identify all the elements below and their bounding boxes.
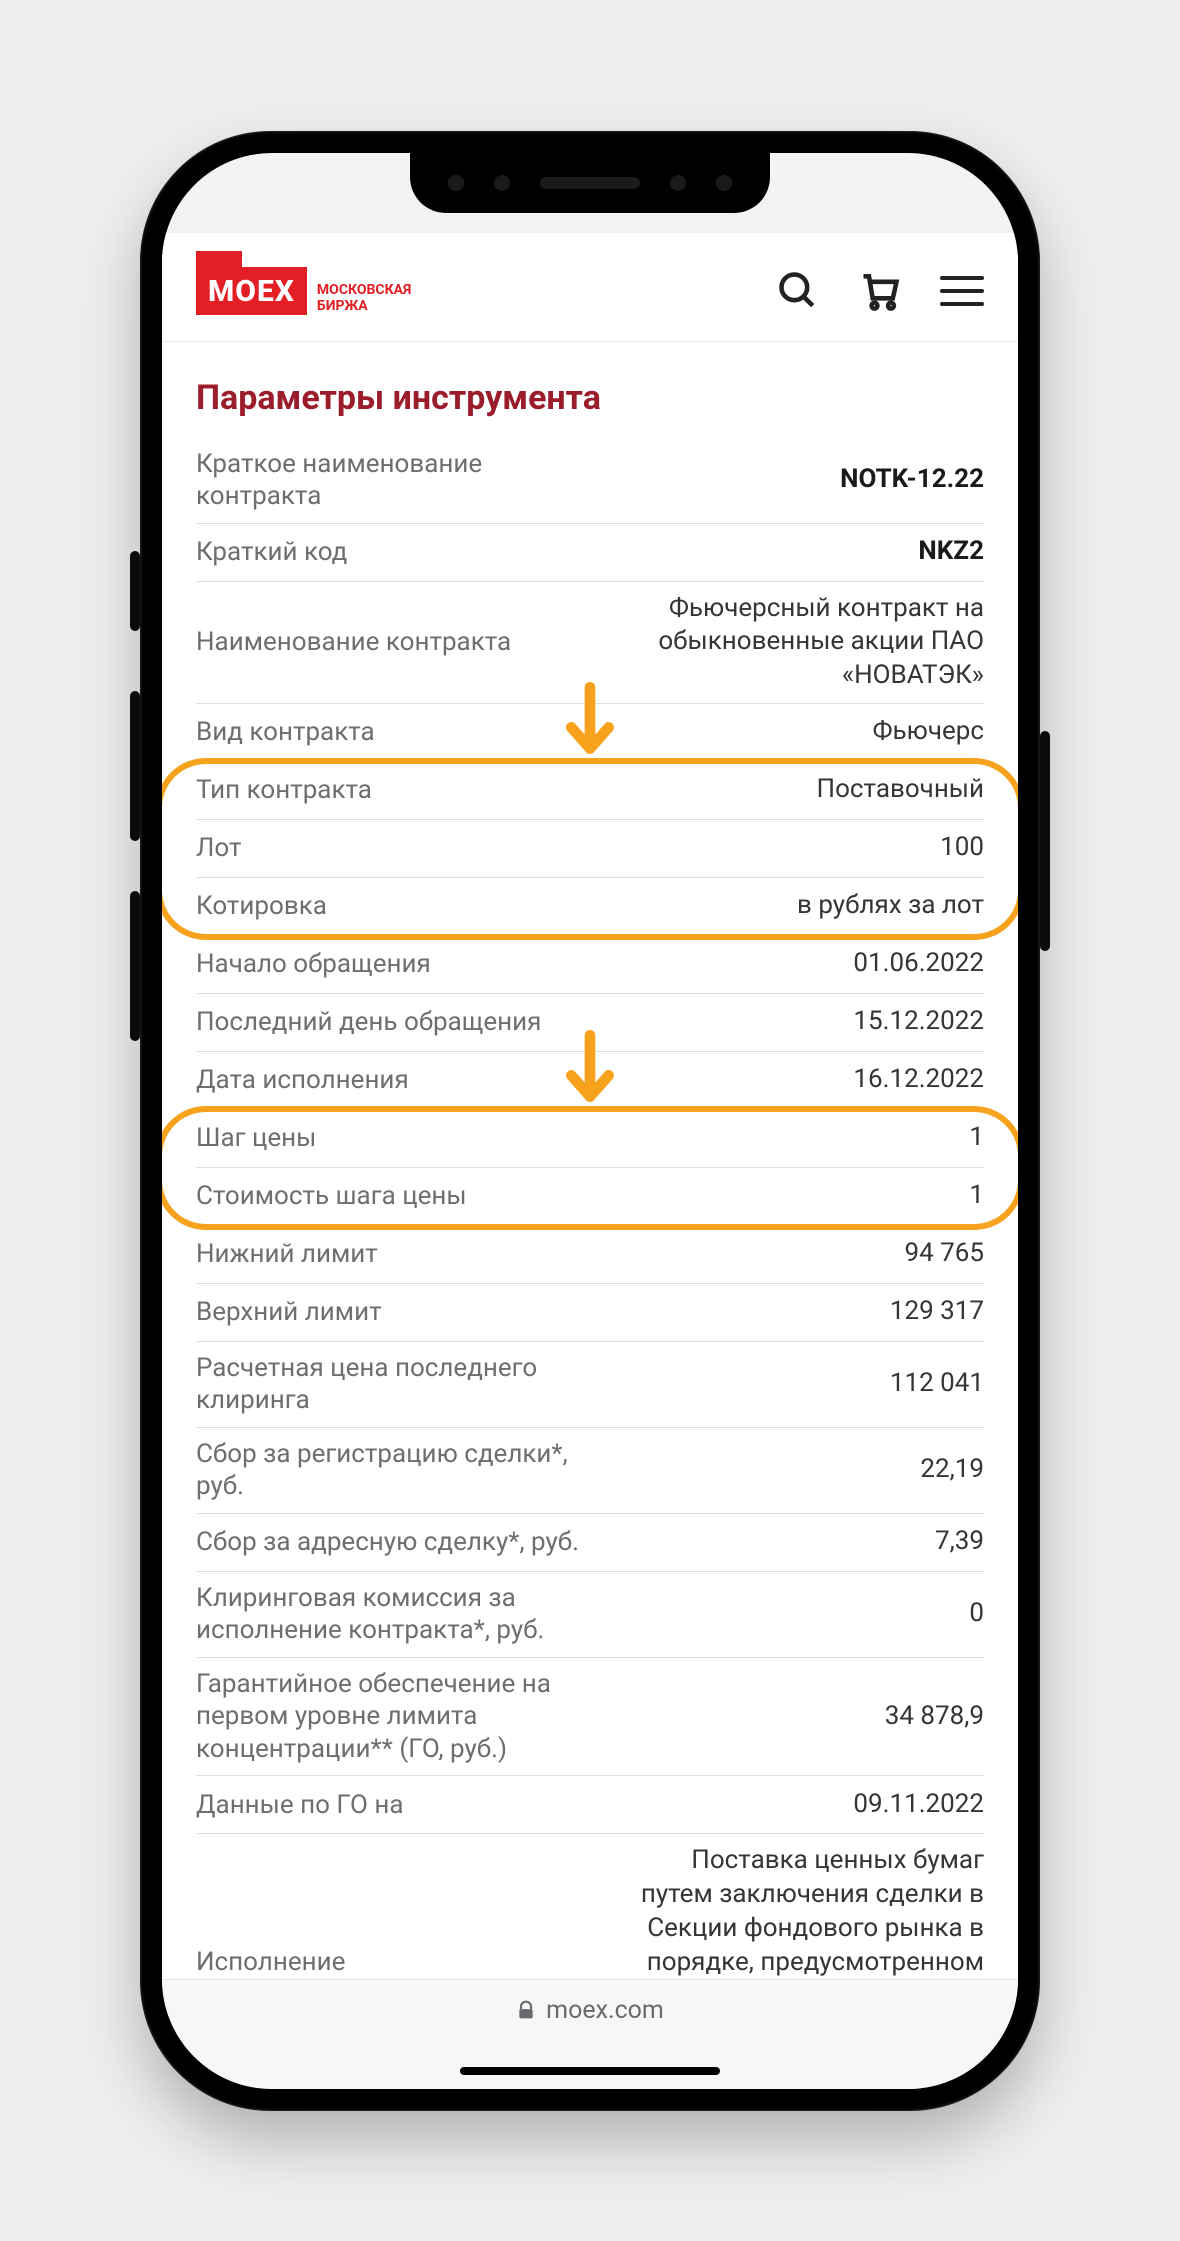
phone-notch xyxy=(410,153,770,213)
param-row: Клиринговая комиссия за исполнение контр… xyxy=(196,1572,984,1658)
param-value: 94 765 xyxy=(631,1237,984,1271)
url-host: moex.com xyxy=(546,1996,664,2025)
param-row: Начало обращения 01.06.2022 xyxy=(196,936,984,994)
param-value: 16.12.2022 xyxy=(631,1063,984,1097)
phone-screen: MOEX МОСКОВСКАЯБИРЖА xyxy=(162,153,1018,2089)
phone-frame: MOEX МОСКОВСКАЯБИРЖА xyxy=(140,131,1040,2111)
param-label: Сбор за регистрацию сделки*, руб. xyxy=(196,1438,601,1503)
param-label: Тип контракта xyxy=(196,774,601,807)
param-value: в рублях за лот xyxy=(631,889,984,923)
param-value: 1 xyxy=(631,1179,984,1213)
param-label: Котировка xyxy=(196,890,601,923)
logo-mark: MOEX xyxy=(196,267,307,315)
param-row: Сбор за адресную сделку*, руб. 7,39 xyxy=(196,1514,984,1572)
param-label: Стоимость шага цены xyxy=(196,1180,601,1213)
header-actions xyxy=(776,269,984,313)
browser-address-bar[interactable]: moex.com xyxy=(162,1979,1018,2089)
moex-logo[interactable]: MOEX МОСКОВСКАЯБИРЖА xyxy=(196,267,411,315)
param-row: Расчетная цена последнего клиринга 112 04… xyxy=(196,1342,984,1428)
param-row: Тип контракта Поставочный xyxy=(196,762,984,820)
param-label: Расчетная цена последнего клиринга xyxy=(196,1352,601,1417)
menu-icon[interactable] xyxy=(940,276,984,306)
url-display[interactable]: moex.com xyxy=(516,1996,664,2025)
param-row: Лот 100 xyxy=(196,820,984,878)
param-row: Нижний лимит 94 765 xyxy=(196,1226,984,1284)
param-row: Гарантийное обеспечение на первом уровне… xyxy=(196,1658,984,1777)
param-value: NKZ2 xyxy=(631,535,984,569)
param-value: NOTK-12.22 xyxy=(631,463,984,497)
param-row: Наименование контракта Фьючерсный контрак… xyxy=(196,582,984,704)
logo-subtitle: МОСКОВСКАЯБИРЖА xyxy=(317,282,411,314)
param-label: Данные по ГО на xyxy=(196,1789,601,1822)
param-row: Верхний лимит 129 317 xyxy=(196,1284,984,1342)
param-label: Лот xyxy=(196,832,601,865)
param-value: Фьючерс xyxy=(631,715,984,749)
param-label: Гарантийное обеспечение на первом уровне… xyxy=(196,1668,601,1766)
param-value: 22,19 xyxy=(631,1453,984,1487)
param-row: Сбор за регистрацию сделки*, руб. 22,19 xyxy=(196,1428,984,1514)
param-label: Последний день обращения xyxy=(196,1006,601,1039)
param-value: 100 xyxy=(631,831,984,865)
param-label: Сбор за адресную сделку*, руб. xyxy=(196,1526,601,1559)
param-row: Данные по ГО на 09.11.2022 xyxy=(196,1776,984,1834)
param-row: Последний день обращения 15.12.2022 xyxy=(196,994,984,1052)
param-row: Дата исполнения 16.12.2022 xyxy=(196,1052,984,1110)
param-row: Котировка в рублях за лот xyxy=(196,878,984,936)
section-title: Параметры инструмента xyxy=(162,342,1018,438)
home-indicator[interactable] xyxy=(460,2067,720,2075)
param-value: 129 317 xyxy=(631,1295,984,1329)
lock-icon xyxy=(516,1998,536,2022)
param-row: Краткий код NKZ2 xyxy=(196,524,984,582)
param-value: 15.12.2022 xyxy=(631,1005,984,1039)
param-value: 01.06.2022 xyxy=(631,947,984,981)
param-row: Исполнение Поставка ценных бумаг путем за… xyxy=(196,1834,984,1978)
param-value: Фьючерсный контракт на обыкновенные акци… xyxy=(631,592,984,693)
search-icon[interactable] xyxy=(776,269,820,313)
param-value: 09.11.2022 xyxy=(631,1788,984,1822)
param-row: Шаг цены 1 xyxy=(196,1110,984,1168)
param-label: Нижний лимит xyxy=(196,1238,601,1271)
cart-icon[interactable] xyxy=(858,269,902,313)
param-label: Вид контракта xyxy=(196,716,601,749)
page-content[interactable]: MOEX МОСКОВСКАЯБИРЖА xyxy=(162,233,1018,1979)
param-label: Исполнение xyxy=(196,1946,601,1978)
param-label: Дата исполнения xyxy=(196,1064,601,1097)
param-row: Вид контракта Фьючерс xyxy=(196,704,984,762)
param-label: Наименование контракта xyxy=(196,626,601,659)
parameters-table: Краткое наименование контракта NOTK-12.22… xyxy=(162,438,1018,1979)
param-row: Стоимость шага цены 1 xyxy=(196,1168,984,1226)
param-label: Краткий код xyxy=(196,536,601,569)
canvas: MOEX МОСКОВСКАЯБИРЖА xyxy=(40,0,1140,2241)
param-value: 1 xyxy=(631,1121,984,1155)
param-value: 34 878,9 xyxy=(631,1700,984,1734)
param-label: Начало обращения xyxy=(196,948,601,981)
param-row: Краткое наименование контракта NOTK-12.22 xyxy=(196,438,984,524)
param-value: 0 xyxy=(631,1597,984,1631)
site-header: MOEX МОСКОВСКАЯБИРЖА xyxy=(162,233,1018,342)
param-label: Шаг цены xyxy=(196,1122,601,1155)
param-label: Краткое наименование контракта xyxy=(196,448,601,513)
param-label: Клиринговая комиссия за исполнение контр… xyxy=(196,1582,601,1647)
param-value: Поставочный xyxy=(631,773,984,807)
param-value: 7,39 xyxy=(631,1525,984,1559)
param-value: 112 041 xyxy=(631,1367,984,1401)
param-label: Верхний лимит xyxy=(196,1296,601,1329)
param-value: Поставка ценных бумаг путем заключения с… xyxy=(631,1844,984,1978)
